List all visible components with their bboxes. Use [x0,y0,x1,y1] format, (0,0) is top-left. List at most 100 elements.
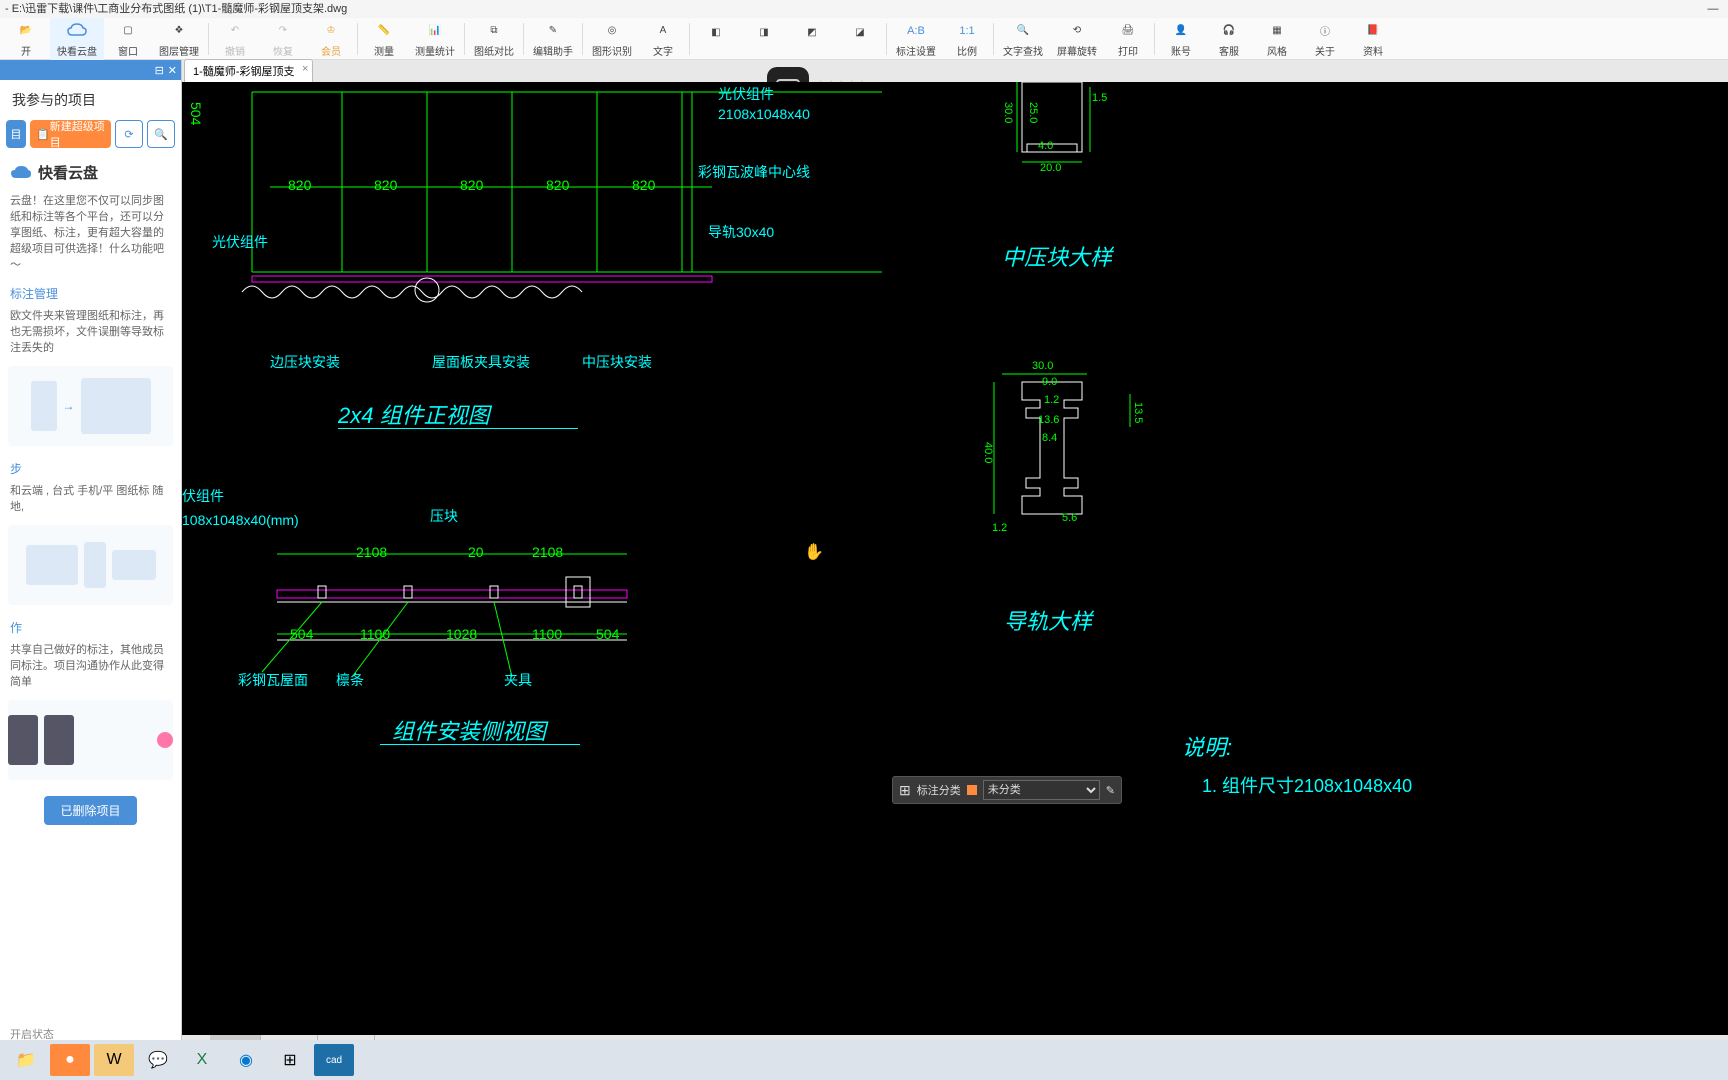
taskbar-app-orange[interactable]: ● [50,1044,90,1076]
taskbar-taskview[interactable]: ⊞ [270,1044,310,1076]
undo-button[interactable]: ↶撤销 [211,18,259,60]
dim-20: 20 [468,544,484,560]
sidebar-close-icon[interactable]: ✕ [168,64,177,77]
title-bar: - E:\迅雷下载\课件\工商业分布式图纸 (1)\T1-髓魔师-彩钢屋顶支架.… [0,0,1728,18]
window-icon: ▢ [117,20,139,42]
style-button[interactable]: ▦风格 [1253,18,1301,60]
folder-icon: 📂 [15,20,37,42]
dim-504-v: 504 [188,102,204,125]
window-button[interactable]: ▢窗口 [104,18,152,60]
taskbar-edge[interactable]: ◉ [226,1044,266,1076]
text-button[interactable]: A文字 [639,18,687,60]
shape-icon: ◎ [601,20,623,42]
label-pv-size: 2108x1048x40 [718,106,810,122]
sidebar-pin-icon[interactable]: ⊟ [155,64,164,77]
scale-icon: 1:1 [956,20,978,42]
about-button[interactable]: ⓘ关于 [1301,18,1349,60]
stats-icon: 📊 [424,20,446,42]
document-tab[interactable]: 1-髓魔师-彩钢屋顶支 × [184,59,313,82]
dim-1028: 1028 [446,626,477,642]
drawing-area[interactable]: 1-髓魔师-彩钢屋顶支 × ····· www.luping.com [182,60,1728,1080]
section-annot: 标注管理 [0,277,181,304]
taskbar-explorer[interactable]: 📁 [6,1044,46,1076]
annot-settings-button[interactable]: A:B标注设置 [889,18,943,60]
title-rail-detail: 导轨大样 [1004,604,1092,636]
open-button[interactable]: 📂开 [2,18,50,60]
label-pv-comp: 伏组件 [182,486,224,506]
section-collab-desc: 共享自己做好的标注，其他成员同标注。项目沟通协作从此变得简单 [0,638,181,694]
rotate-button[interactable]: ⟲屏幕旋转 [1050,18,1104,60]
redo-button[interactable]: ↷恢复 [259,18,307,60]
undo-icon: ↶ [224,20,246,42]
material-button[interactable]: 📕资料 [1349,18,1397,60]
tb-b[interactable]: ◨ [740,18,788,60]
user-icon: 👤 [1170,20,1192,42]
title-mid-clamp-detail: 中压块大样 [1002,240,1112,272]
vip-button[interactable]: ♔会员 [307,18,355,60]
search-button[interactable]: 🔍 [147,120,175,148]
title-side-view: 组件安装侧视图 [392,714,546,746]
cloud-button[interactable]: 快看云盘 [50,18,104,60]
label-pv-size-mm: 108x1048x40(mm) [182,512,299,528]
dim-56: 5.6 [1062,512,1077,524]
shape-recog-button[interactable]: ◎图形识别 [585,18,639,60]
dim-820-2: 820 [374,177,397,193]
account-button[interactable]: 👤账号 [1157,18,1205,60]
project-button[interactable]: 目 [6,120,26,148]
label-mid-clamp: 中压块安装 [582,352,652,372]
taskbar-cad[interactable]: cad [314,1044,354,1076]
tb-d[interactable]: ◪ [836,18,884,60]
edit-icon[interactable]: ✎ [1106,784,1115,797]
minimize-button[interactable]: — [1698,0,1728,18]
measure-stat-button[interactable]: 📊测量统计 [408,18,462,60]
cloud-icon [10,164,32,182]
grid-icon[interactable]: ⊞ [899,782,911,799]
compare-icon: ⧉ [483,20,505,42]
label-edge-clamp: 边压块安装 [270,352,340,372]
print-icon: 🖨 [1117,20,1139,42]
drawing-canvas[interactable]: 光伏组件 2108x1048x40 彩钢瓦波峰中心线 导轨30x40 504 光… [182,82,1728,1035]
section-sync-desc: 和云端 , 台式 手机/平 图纸标 随地, [0,479,181,519]
print-button[interactable]: 🖨打印 [1104,18,1152,60]
edit-helper-button[interactable]: ✎编辑助手 [526,18,580,60]
generic-icon: ◨ [753,22,775,44]
measure-button[interactable]: 📏测量 [360,18,408,60]
pan-cursor-icon: ✋ [804,542,824,562]
dim-40: 4.0 [1038,140,1053,152]
deleted-projects-button[interactable]: 已删除项目 [44,796,136,825]
vip-icon: ♔ [320,20,342,42]
find-text-button[interactable]: 🔍文字查找 [996,18,1050,60]
search-icon: 🔍 [154,128,168,141]
close-tab-icon[interactable]: × [302,63,308,75]
note-1: 1. 组件尺寸2108x1048x40 [1202,772,1412,798]
taskbar-wps[interactable]: W [94,1044,134,1076]
refresh-button[interactable]: ⟳ [115,120,143,148]
label-corrugated-center: 彩钢瓦波峰中心线 [698,162,810,182]
generic-icon: ◩ [801,22,823,44]
tb-a[interactable]: ◧ [692,18,740,60]
dim-1100-1: 1100 [360,626,390,642]
layer-button[interactable]: ❖图层管理 [152,18,206,60]
illustration-3 [8,700,173,780]
annot-category-select[interactable]: 未分类 [983,780,1100,800]
dim-25: 25.0 [1027,102,1039,123]
grid-icon: ▦ [1266,20,1288,42]
taskbar-wechat[interactable]: 💬 [138,1044,178,1076]
edit-icon: ✎ [542,20,564,42]
compare-button[interactable]: ⧉图纸对比 [467,18,521,60]
tb-c[interactable]: ◩ [788,18,836,60]
new-project-button[interactable]: 📋 新建超级项目 [30,120,111,148]
label-roof-clamp: 屋面板夹具安装 [432,352,530,372]
annotation-toolbar[interactable]: ⊞ 标注分类 未分类 ✎ [892,776,1122,804]
taskbar-excel[interactable]: X [182,1044,222,1076]
generic-icon: ◪ [849,22,871,44]
text-icon: A [652,20,674,42]
dim-400: 40.0 [982,442,994,463]
support-button[interactable]: 🎧客服 [1205,18,1253,60]
cloud-desc: 云盘！在这里您不仅可以同步图纸和标注等各个平台，还可以分享图纸、标注，更有超大容… [0,189,181,277]
annot-icon: A:B [905,20,927,42]
file-path: - E:\迅雷下载\课件\工商业分布式图纸 (1)\T1-髓魔师-彩钢屋顶支架.… [5,0,347,18]
color-swatch [967,785,977,795]
scale-button[interactable]: 1:1比例 [943,18,991,60]
dim-136: 13.6 [1038,414,1059,426]
